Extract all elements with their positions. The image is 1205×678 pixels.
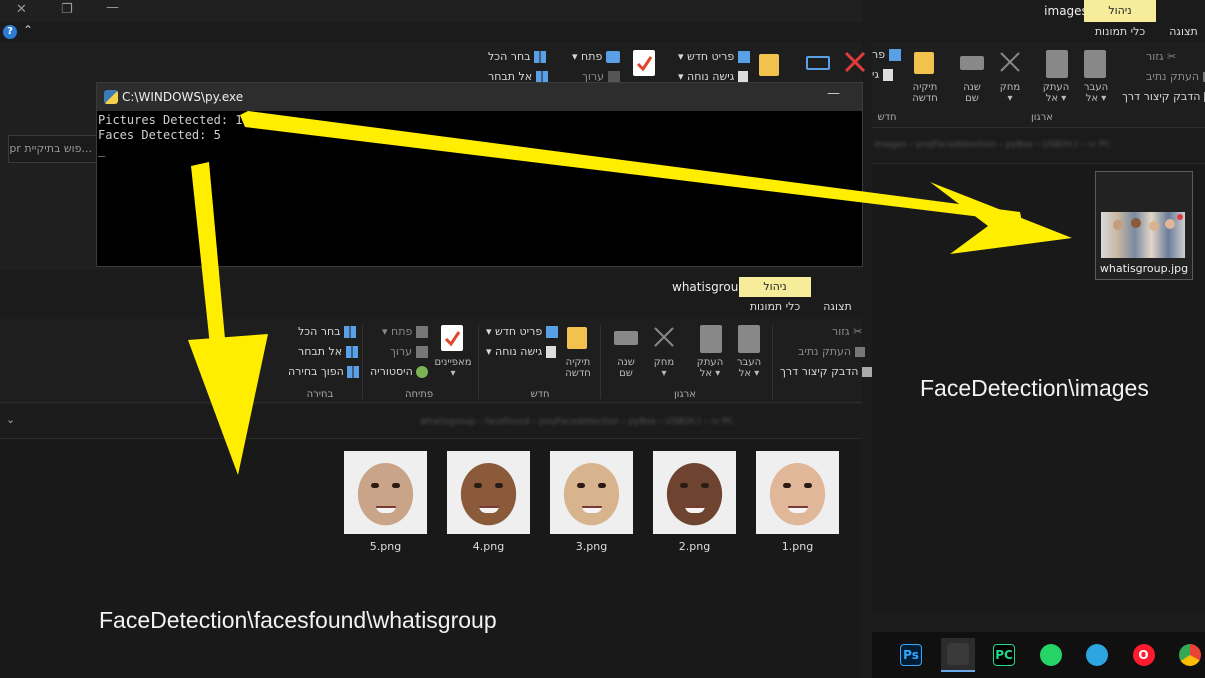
arrow-right-head — [930, 182, 1072, 254]
annotation-arrows — [188, 111, 1072, 475]
arrow-down-head — [188, 334, 268, 475]
arrow-right-shaft — [240, 111, 1022, 222]
